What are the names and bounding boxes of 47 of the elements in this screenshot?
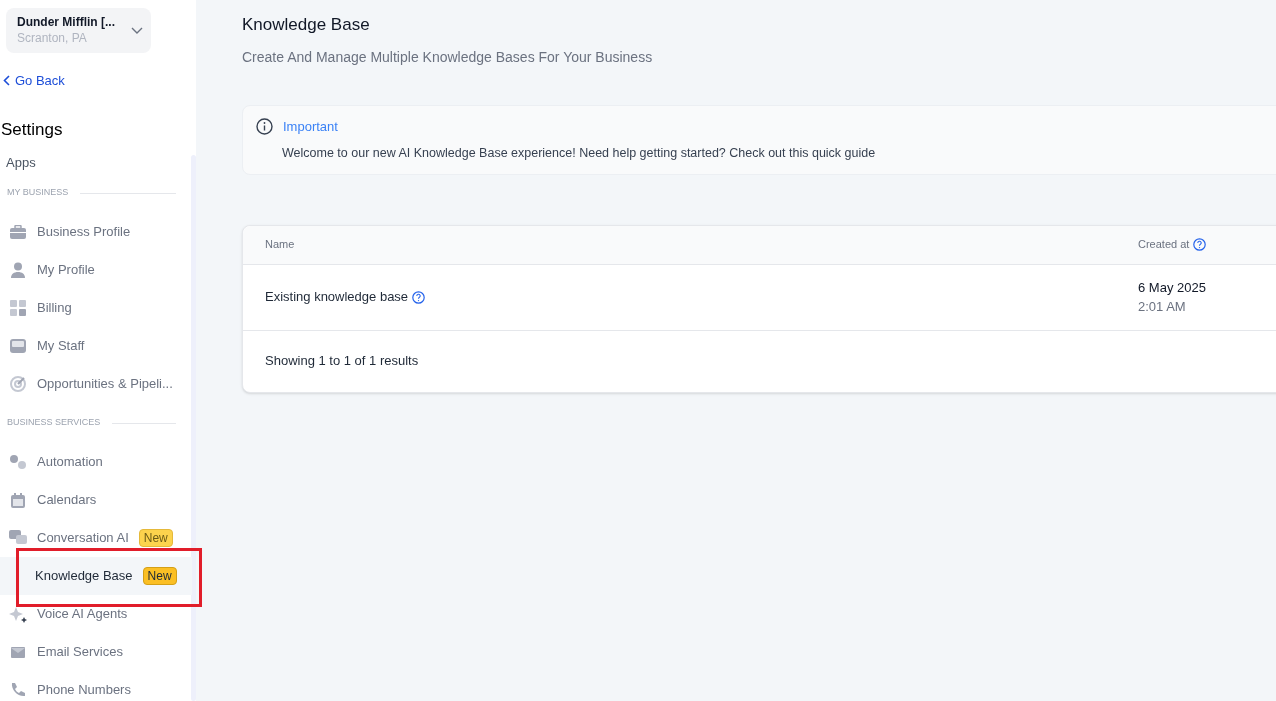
notice-title: Important [283,117,338,136]
chevron-left-icon [3,75,10,87]
notice-text: Welcome to our new AI Knowledge Base experience! Need help getting started? Check out this quick guide [282,145,876,162]
sidebar-item[interactable]: My Profile [0,251,192,289]
sidebar-item[interactable]: My Staff [0,327,192,365]
new-badge: New [138,529,173,547]
sidebar-item[interactable]: Opportunities & Pipeli... [0,365,192,403]
account-name: Dunder Mifflin [... [17,15,116,30]
column-header[interactable]: Created at [1138,236,1207,253]
tray-icon [10,339,26,353]
sidebar-item[interactable]: Knowledge Base New [0,557,192,595]
envelope-icon [11,646,25,658]
person-icon [10,262,26,278]
grid-icon [10,300,26,316]
sidebar-item[interactable]: Billing [0,289,192,327]
section-label: MY BUSINESS [7,186,69,200]
date-text: 6 May 2025 [1138,278,1206,297]
sidebar-item[interactable]: Conversation AI New [0,519,192,557]
sidebar-item[interactable]: Automation [0,443,192,481]
chat-bubbles-icon [9,530,27,546]
sidebar-item[interactable]: Phone Numbers [0,671,192,701]
page-subtitle: Create And Manage Multiple Knowledge Bases For Your Business [242,47,653,67]
settings-heading: Settings [1,119,63,141]
phone-icon [10,682,26,698]
info-icon [256,117,273,135]
calendar-icon [11,492,25,508]
table-cell-text: Existing knowledge base [265,288,409,307]
new-badge: New [142,567,177,585]
column-header: Name [265,237,296,253]
briefcase-icon [10,225,26,239]
pagination-summary: Showing 1 to 1 of 1 results [265,352,419,371]
sidebar-item[interactable]: Calendars [0,481,192,519]
go-back-link[interactable]: Go Back [3,71,65,91]
chevron-down-icon [131,27,143,34]
sidebar-item[interactable]: Email Services [0,633,192,671]
target-icon [10,376,26,392]
sidebar-item[interactable]: Business Profile [0,213,192,251]
help-icon[interactable] [412,290,426,304]
sparkles-icon [9,605,27,623]
account-switcher[interactable]: Dunder Mifflin [... Scranton, PA [6,8,151,53]
section-label: BUSINESS SERVICES [7,416,101,430]
apps-link[interactable]: Apps [6,152,36,173]
page-title: Knowledge Base [242,14,370,36]
account-location: Scranton, PA [17,30,88,46]
time-text: 2:01 AM [1138,298,1187,316]
sidebar-item[interactable]: Voice AI Agents [0,595,192,633]
help-icon[interactable] [1193,238,1207,251]
